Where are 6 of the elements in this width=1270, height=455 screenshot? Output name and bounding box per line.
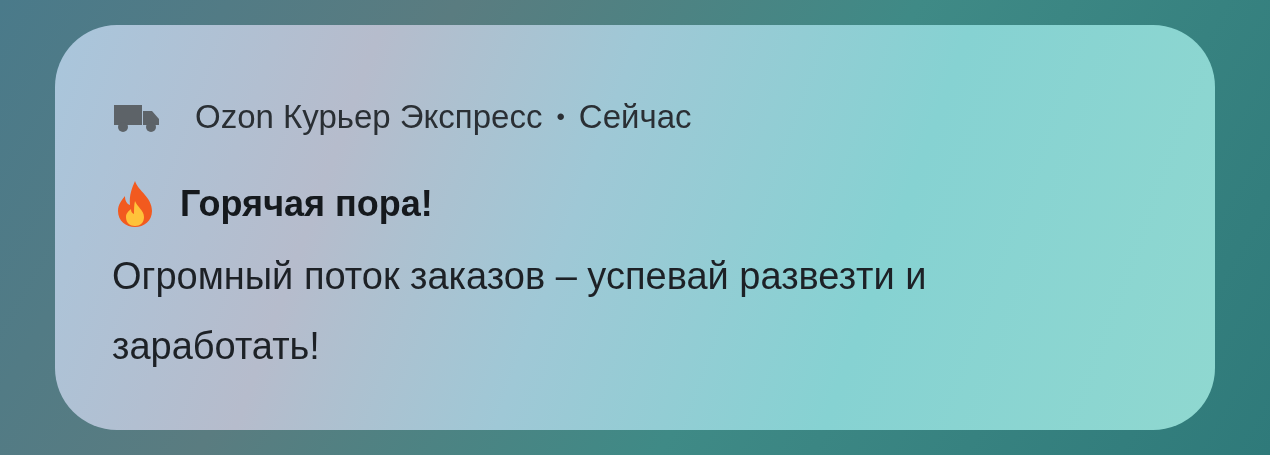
separator-dot: •: [556, 102, 565, 132]
notification-body: Огромный поток заказов – успевай развезти и заработать!: [112, 254, 928, 369]
notification-time: Сейчас: [578, 97, 692, 138]
notification-title: Горячая пора!: [180, 182, 433, 226]
app-name: Ozon Курьер Экспресс: [195, 97, 543, 138]
notification-card[interactable]: Ozon Курьер Экспресс • Сейчас Горячая пора! Огромный поток заказов – успевай развезти и заработать!: [55, 25, 1215, 430]
